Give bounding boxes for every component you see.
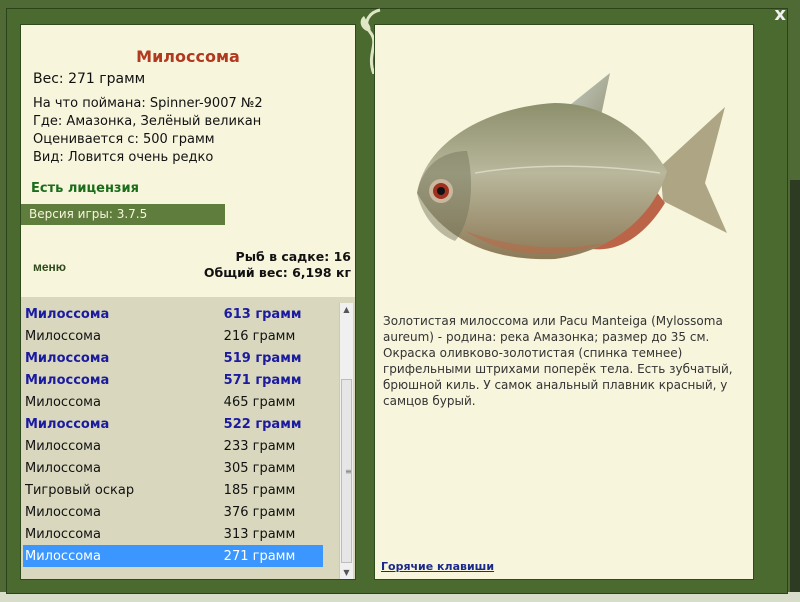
location: Где: Амазонка, Зелёный великан [33,114,262,129]
catch-weight: 216 грамм [223,328,296,344]
fish-description: Золотистая милоссома или Pacu Manteiga (… [383,314,733,408]
scroll-up-icon[interactable]: ▲ [340,303,353,316]
close-button[interactable]: x [774,4,786,25]
catch-name: Милоссома [25,328,101,344]
catch-list-row[interactable]: Милоссома 305 грамм [23,457,323,479]
catch-weight: 233 грамм [223,438,296,454]
catch-list-row[interactable]: Милоссома 571 грамм [23,369,323,391]
catch-name: Милоссома [25,438,101,454]
catch-name: Милоссома [25,372,110,388]
fish-name-title: Милоссома [136,47,240,66]
catch-weight: 313 грамм [223,526,296,542]
catch-list-row[interactable]: Милоссома 465 грамм [23,391,323,413]
caught-with: На что поймана: Spinner-9007 №2 [33,96,263,111]
catch-list-row[interactable]: Милоссома 313 грамм [23,523,323,545]
fish-weight: Вес: 271 грамм [33,71,146,87]
grip-icon: ≡ [345,467,352,476]
fish-info-panel: Милоссома Вес: 271 грамм На что поймана:… [20,24,356,580]
fish-description-panel: Золотистая милоссома или Pacu Manteiga (… [374,24,754,580]
background-strip [790,180,800,602]
catch-name: Милоссома [25,548,101,564]
game-version: Версия игры: 3.7.5 [21,204,225,225]
valued-from: Оценивается с: 500 грамм [33,132,215,147]
catch-weight: 571 грамм [223,372,302,388]
catch-list-row[interactable]: Милоссома 216 грамм [23,325,323,347]
catch-name: Милоссома [25,460,101,476]
catch-name: Милоссома [25,394,101,410]
catch-weight: 271 грамм [223,548,296,564]
scroll-thumb[interactable]: ≡ [341,379,352,563]
license-status: Есть лицензия [31,181,139,196]
fish-details: На что поймана: Spinner-9007 №2 Где: Ама… [33,95,263,167]
catch-list-row[interactable]: Милоссома 233 грамм [23,435,323,457]
catch-weight: 522 грамм [223,416,302,432]
catch-list: Милоссома 613 грамм Милоссома 216 грамм Мило… [23,303,323,567]
catch-weight: 519 грамм [223,350,302,366]
catch-name: Тигровый оскар [25,482,135,498]
scrollbar[interactable]: ▲ ≡ ▼ [339,303,353,579]
catch-list-container: Милоссома 613 грамм Милоссома 216 грамм Мило… [21,297,355,579]
catch-list-row[interactable]: Милоссома 522 грамм [23,413,323,435]
catch-weight: 376 грамм [223,504,296,520]
catch-list-row[interactable]: Милоссома 271 грамм [23,545,323,567]
hotkeys-link[interactable]: Горячие клавиши [381,560,494,573]
catch-list-row[interactable]: Милоссома 613 грамм [23,303,323,325]
fish-count: Рыб в садке: 16 [235,249,351,264]
catch-list-row[interactable]: Тигровый оскар 185 грамм [23,479,323,501]
scroll-down-icon[interactable]: ▼ [340,566,353,579]
catch-list-row[interactable]: Милоссома 519 грамм [23,347,323,369]
rarity: Вид: Ловится очень редко [33,150,214,165]
catch-name: Милоссома [25,416,110,432]
catch-list-row[interactable]: Милоссома 376 грамм [23,501,323,523]
catch-weight: 465 грамм [223,394,296,410]
catch-name: Милоссома [25,504,101,520]
catch-name: Милоссома [25,526,101,542]
fish-image [417,73,727,260]
menu-button[interactable]: меню [33,260,66,274]
catch-name: Милоссома [25,306,110,322]
catch-name: Милоссома [25,350,110,366]
catch-weight: 305 грамм [223,460,296,476]
total-weight: Общий вес: 6,198 кг [203,265,351,280]
keepnet-stats: Рыб в садке: 16 Общий вес: 6,198 кг [204,249,351,281]
catch-weight: 185 грамм [223,482,296,498]
catch-weight: 613 грамм [223,306,302,322]
